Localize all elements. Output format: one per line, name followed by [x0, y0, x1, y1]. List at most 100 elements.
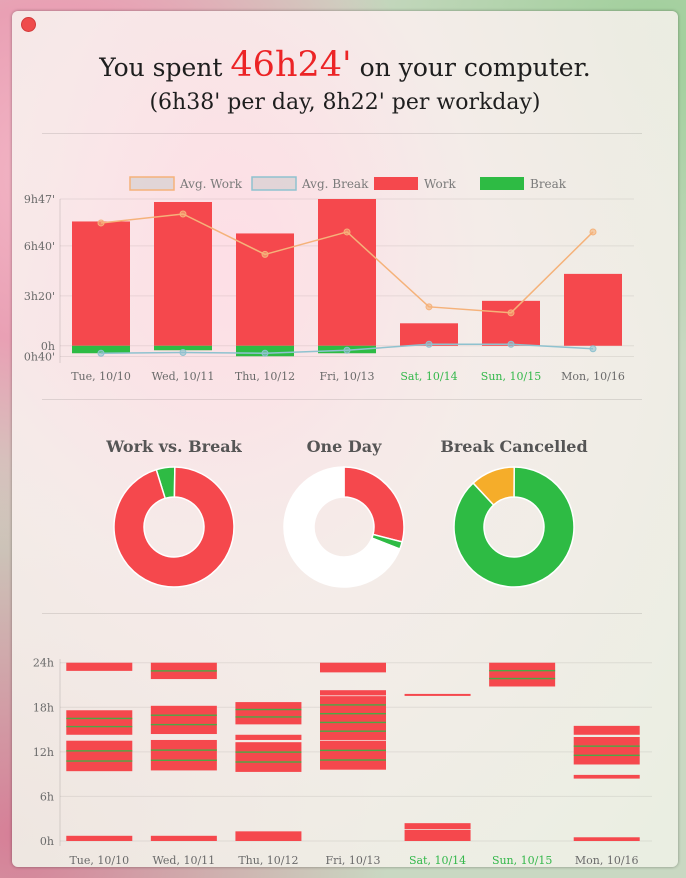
legend-swatch: [480, 177, 524, 190]
x-tick-label: Sun, 10/15: [481, 370, 541, 383]
pie-slice-taken: [453, 466, 575, 588]
break-stripe: [150, 759, 217, 761]
x-tick-label: Thu, 10/12: [238, 854, 298, 867]
legend-swatch: [251, 176, 297, 191]
avg-break-point: [97, 349, 105, 357]
avg-break-point: [343, 346, 351, 354]
break-stripe: [235, 708, 302, 711]
y-tick-label: 0h: [40, 835, 54, 848]
break-stripe: [320, 749, 386, 752]
avg-break-point: [261, 349, 269, 357]
pie-title-one-day: One Day: [306, 437, 382, 456]
break-stripe: [66, 725, 133, 728]
break-stripe: [150, 749, 217, 751]
daily-usage-bar-chart: Avg. Work Avg. Break Work Break 9h47' 6h40' 3h…: [24, 176, 634, 383]
x-tick-label: Tue, 10/10: [71, 370, 131, 383]
avg-break-point: [589, 345, 597, 353]
break-stripe: [235, 761, 302, 763]
work-session: [235, 742, 302, 772]
work-session: [573, 737, 640, 765]
work-session: [235, 702, 302, 725]
work-session: [320, 696, 386, 740]
x-tick-label: Sat, 10/14: [409, 854, 466, 867]
work-session: [573, 837, 640, 841]
avg-work-point: [589, 228, 597, 236]
y-tick-label: 12h: [33, 746, 54, 759]
legend-label: Break: [530, 177, 567, 191]
stats-window: You spent 46h24' on your computer. (6h38…: [12, 11, 678, 867]
avg-work-point: [343, 228, 351, 236]
work-session: [150, 705, 217, 735]
session-timeline-chart: 24h 18h 12h 6h 0h Tue, 10/10 Wed, 10/11 Thu, 10…: [33, 657, 652, 867]
work-session: [235, 734, 302, 740]
work-session: [404, 693, 471, 696]
work-session: [150, 835, 217, 841]
break-stripe: [150, 723, 217, 726]
total-time: 46h24': [230, 45, 352, 85]
work-bar: [318, 199, 376, 346]
work-bar: [236, 233, 294, 346]
x-tick-label: Sun, 10/15: [492, 854, 552, 867]
close-button[interactable]: [21, 17, 36, 32]
work-bar: [72, 221, 130, 346]
break-stripe: [320, 730, 386, 732]
x-tick-label: Sat, 10/14: [400, 370, 457, 383]
divider: [42, 613, 642, 614]
headline-suffix: on your computer.: [359, 53, 591, 82]
avg-break-point: [507, 340, 515, 348]
x-tick-label: Mon, 10/16: [561, 370, 625, 383]
divider: [42, 399, 642, 400]
headline: You spent 46h24' on your computer.: [12, 45, 678, 88]
pie-slice-work: [113, 466, 235, 588]
avg-work-point: [425, 303, 433, 311]
work-session: [573, 774, 640, 779]
x-tick-label: Wed, 10/11: [152, 370, 215, 383]
work-session: [320, 740, 386, 770]
avg-break-point: [425, 340, 433, 348]
break-stripe: [150, 714, 217, 716]
y-tick-label: 24h: [33, 657, 54, 670]
pie-title-break-cancelled: Break Cancelled: [440, 437, 588, 456]
legend-label: Avg. Break: [301, 177, 369, 191]
work-session: [404, 823, 471, 830]
break-stripe: [235, 716, 302, 718]
work-bar: [482, 300, 540, 346]
summary-header: You spent 46h24' on your computer. (6h38…: [12, 45, 678, 118]
x-tick-label: Tue, 10/10: [69, 854, 129, 867]
work-session: [66, 740, 133, 772]
break-stripe: [489, 677, 556, 680]
work-session: [320, 662, 386, 673]
x-tick-label: Fri, 10/13: [319, 370, 374, 383]
break-stripe: [320, 712, 386, 715]
work-session: [235, 831, 302, 841]
average-summary: (6h38' per day, 8h22' per workday): [149, 90, 541, 115]
break-stripe: [66, 760, 133, 762]
legend-label: Work: [424, 177, 456, 191]
legend-label: Avg. Work: [179, 177, 243, 191]
work-session: [150, 739, 217, 771]
work-session: [573, 725, 640, 735]
x-tick-label: Wed, 10/11: [153, 854, 216, 867]
y-tick-label: 6h40': [24, 240, 55, 253]
work-session: [404, 829, 471, 841]
work-session: [66, 835, 133, 841]
work-session: [320, 690, 386, 696]
x-tick-label: Thu, 10/12: [235, 370, 295, 383]
work-bar: [564, 273, 622, 346]
y-tick-label: 6h: [40, 790, 54, 803]
break-stripe: [150, 670, 217, 672]
work-session: [66, 662, 133, 671]
y-tick-label: 0h40': [24, 351, 55, 364]
avg-work-point: [261, 250, 269, 258]
x-tick-label: Mon, 10/16: [575, 854, 639, 867]
legend-swatch: [129, 176, 175, 191]
avg-work-point: [507, 309, 515, 317]
break-stripe: [66, 717, 133, 720]
break-stripe: [573, 745, 640, 747]
y-tick-label: 9h47': [24, 193, 55, 206]
y-tick-label: 18h: [33, 701, 54, 714]
pie-title-work-vs-break: Work vs. Break: [106, 437, 242, 456]
break-stripe: [320, 704, 386, 706]
pie-slice-work: [343, 466, 405, 543]
work-session: [489, 662, 556, 687]
